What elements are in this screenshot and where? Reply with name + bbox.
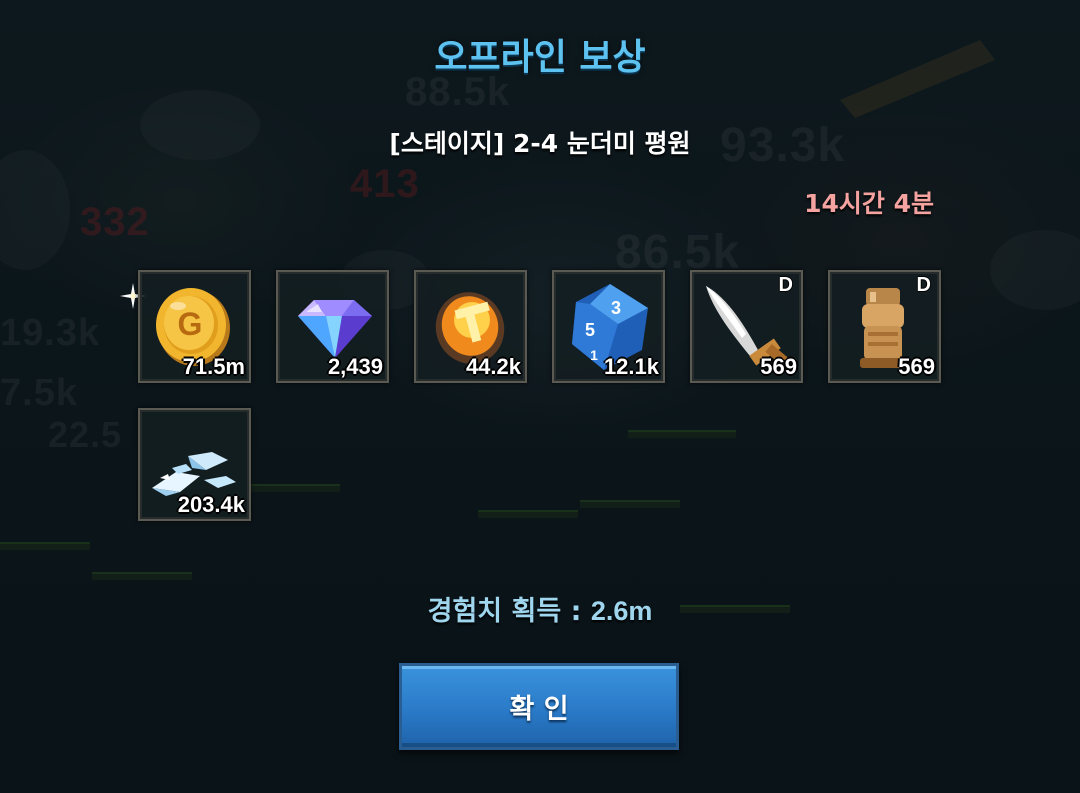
reward-count: 12.1k bbox=[603, 354, 659, 379]
reward-slot-gold[interactable]: G 71.5m bbox=[138, 270, 251, 383]
exp-value: 2.6m bbox=[590, 596, 653, 626]
offline-duration: 14시간 4분 bbox=[804, 189, 934, 218]
reward-count: 2,439 bbox=[327, 354, 383, 379]
svg-text:1: 1 bbox=[590, 347, 598, 363]
svg-text:3: 3 bbox=[611, 298, 621, 318]
stage-name: [스테이지] 2-4 눈더미 평원 bbox=[389, 129, 691, 158]
confirm-button[interactable]: 확 인 bbox=[399, 663, 679, 750]
exp-gained: 경험치 획득 : 2.6m bbox=[0, 589, 1080, 628]
reward-slot-gauntlet[interactable]: D 569 bbox=[828, 270, 941, 383]
reward-slot-rune-stone[interactable]: 44.2k bbox=[414, 270, 527, 383]
reward-grade: D bbox=[778, 274, 793, 296]
svg-text:G: G bbox=[178, 306, 203, 342]
reward-grade: D bbox=[916, 274, 931, 296]
reward-slot-diamond[interactable]: 2,439 bbox=[276, 270, 389, 383]
reward-slot-sword[interactable]: D 569 bbox=[690, 270, 803, 383]
popup-title: 오프라인 보상 bbox=[434, 37, 646, 78]
reward-count: 44.2k bbox=[465, 354, 521, 379]
reward-count: 569 bbox=[760, 354, 797, 379]
reward-count: 71.5m bbox=[182, 354, 245, 379]
reward-count: 569 bbox=[898, 354, 935, 379]
reward-slot-dice[interactable]: 3 5 1 12.1k bbox=[552, 270, 665, 383]
confirm-button-label: 확 인 bbox=[509, 694, 569, 725]
game-screen: 88.5k 93.3k 413 332 86.5k 19.3k 7.5k 22.… bbox=[0, 0, 1080, 793]
exp-label: 경험치 획득 : bbox=[427, 596, 591, 627]
svg-text:5: 5 bbox=[585, 320, 595, 340]
reward-count: 203.4k bbox=[177, 492, 245, 517]
reward-slot-ice-crystal[interactable]: 203.4k bbox=[138, 408, 251, 521]
